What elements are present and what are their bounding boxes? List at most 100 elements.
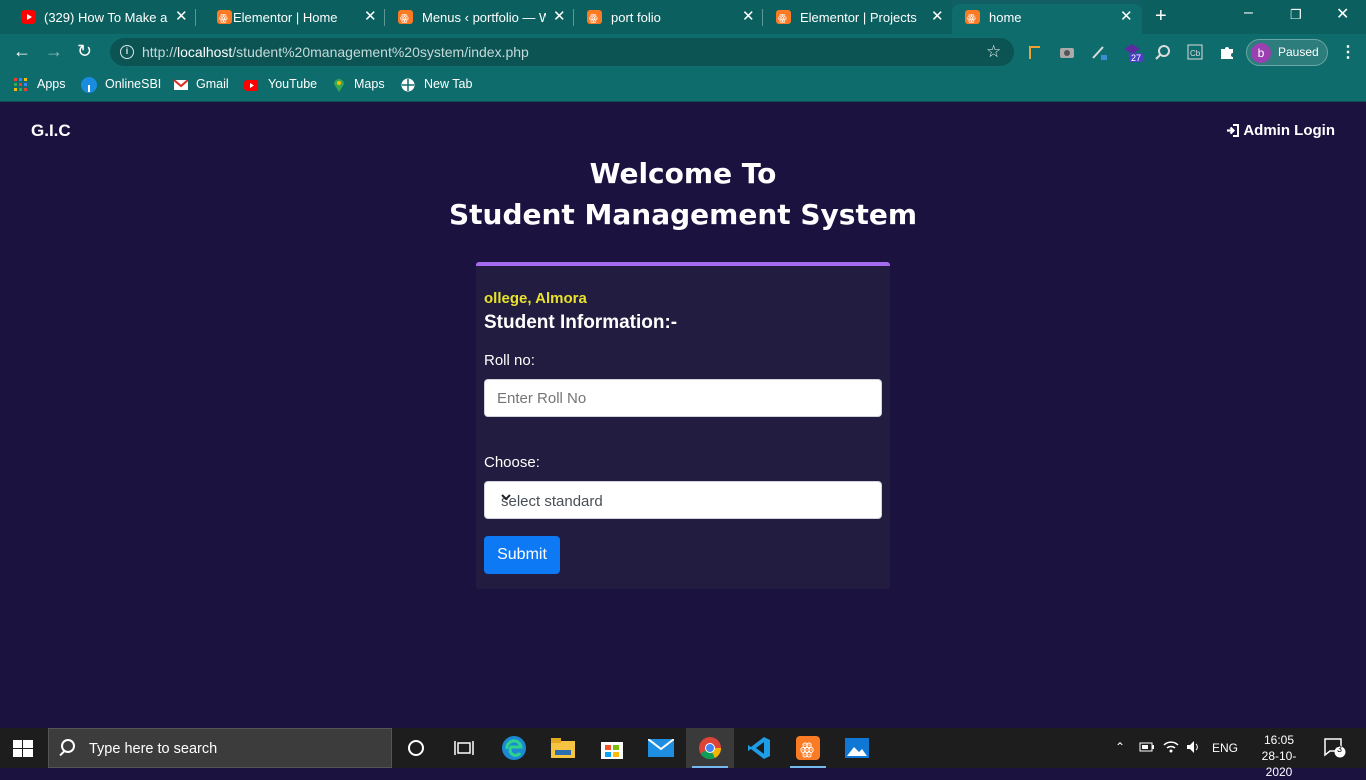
back-icon[interactable]: ← (13, 41, 31, 62)
extension-magnifier-icon[interactable] (1155, 44, 1171, 60)
tab-title: port folio (611, 10, 661, 25)
edge-icon[interactable] (490, 728, 538, 768)
svg-text:ꙮ: ꙮ (589, 13, 598, 24)
store-icon[interactable] (588, 728, 636, 768)
admin-login-label: Admin Login (1243, 122, 1335, 139)
svg-text:27: 27 (1131, 53, 1141, 62)
standard-select[interactable]: select standard (484, 481, 882, 519)
tab-title: home (989, 10, 1022, 25)
wifi-icon[interactable] (1163, 740, 1179, 754)
notifications-icon[interactable]: 3 (1324, 738, 1346, 761)
apps-grid-icon (14, 78, 27, 91)
bookmark-new-tab[interactable]: New Tab (424, 77, 472, 91)
mail-icon[interactable] (637, 728, 685, 768)
vscode-icon[interactable] (735, 728, 783, 768)
welcome-heading: Welcome To (589, 157, 777, 190)
forward-icon[interactable]: → (45, 41, 63, 62)
language-indicator[interactable]: ENG (1212, 741, 1238, 755)
windows-start-icon[interactable] (13, 740, 33, 757)
minimize-icon[interactable]: – (1244, 4, 1253, 22)
xampp-icon: ꙮ (398, 10, 413, 24)
browser-tab[interactable]: ꙮ Elementor | Projects ✕ (763, 0, 952, 34)
search-placeholder: Type here to search (89, 741, 218, 757)
file-explorer-icon[interactable] (539, 728, 587, 768)
xampp-icon[interactable]: ꙮ (784, 728, 832, 768)
roll-number-input[interactable] (484, 379, 882, 417)
camera-icon[interactable] (1059, 44, 1075, 60)
youtube-icon (244, 80, 258, 91)
close-tab-icon[interactable]: ✕ (1120, 7, 1133, 25)
extension-cb-icon[interactable]: Cb (1187, 44, 1203, 60)
chrome-menu-icon[interactable]: ⋮ (1340, 42, 1356, 62)
bookmark-star-icon[interactable]: ☆ (986, 42, 1001, 62)
chevron-down-icon (501, 491, 876, 505)
college-marquee: ollege, Almora (484, 290, 587, 307)
browser-tab-active[interactable]: ꙮ home ✕ (952, 0, 1142, 34)
info-icon[interactable]: i (120, 45, 134, 59)
page-title: Student Management System (448, 198, 918, 231)
section-title: Student Information:- (484, 312, 678, 333)
submit-button[interactable]: Submit (484, 536, 560, 574)
chrome-icon[interactable] (686, 728, 734, 768)
bookmarks-bar: Apps OnlineSBI Gmail YouTube Maps New Ta… (0, 70, 1366, 102)
sbi-icon (81, 77, 97, 93)
bookmark-onlinesbi[interactable]: OnlineSBI (105, 77, 161, 91)
close-tab-icon[interactable]: ✕ (931, 7, 944, 25)
xampp-icon: ꙮ (776, 10, 791, 24)
roll-label: Roll no: (484, 352, 535, 369)
maps-pin-icon (334, 79, 344, 92)
browser-tab[interactable]: ꙮ Menus ‹ portfolio — W ✕ (385, 0, 574, 34)
close-tab-icon[interactable]: ✕ (364, 7, 377, 25)
admin-login-link[interactable]: Admin Login (1226, 122, 1335, 139)
windows-taskbar: Type here to search ꙮ ⌃ ENG 16:05 28-10-… (0, 728, 1366, 779)
profile-button[interactable]: b Paused (1246, 39, 1328, 66)
close-window-icon[interactable]: ✕ (1336, 4, 1349, 24)
clock-date: 28-10-2020 (1261, 749, 1297, 779)
youtube-icon (21, 10, 36, 24)
extension-cap-icon[interactable]: 27 (1123, 42, 1145, 62)
show-hidden-icons[interactable]: ⌃ (1115, 740, 1125, 754)
sign-in-icon (1227, 124, 1240, 137)
choose-label: Choose: (484, 454, 540, 471)
close-tab-icon[interactable]: ✕ (175, 7, 188, 25)
bookmark-maps[interactable]: Maps (354, 77, 385, 91)
svg-text:ꙮ: ꙮ (778, 13, 787, 24)
xampp-icon: ꙮ (965, 10, 980, 24)
pen-tool-icon[interactable] (1091, 44, 1107, 60)
browser-tab[interactable]: (329) How To Make a W ✕ (0, 0, 196, 34)
bookmark-gmail[interactable]: Gmail (196, 77, 229, 91)
taskbar-search[interactable]: Type here to search (48, 728, 392, 768)
svg-text:ꙮ: ꙮ (400, 13, 409, 24)
browser-tab[interactable]: ꙮ Elementor | Home ✕ (196, 0, 385, 34)
url-text[interactable]: http://localhost/student%20management%20… (142, 44, 529, 60)
cortana-icon[interactable] (392, 728, 440, 768)
brand-logo[interactable]: G.I.C (31, 121, 71, 141)
volume-icon[interactable] (1186, 740, 1202, 754)
globe-icon (401, 78, 415, 92)
photos-icon[interactable] (833, 728, 881, 768)
browser-tab[interactable]: ꙮ port folio ✕ (574, 0, 763, 34)
extension-flag-icon[interactable] (1027, 44, 1043, 60)
extensions-puzzle-icon[interactable] (1219, 44, 1235, 60)
notification-count: 3 (1337, 744, 1343, 754)
svg-text:ꙮ: ꙮ (219, 13, 228, 24)
svg-text:Cb: Cb (1190, 49, 1201, 58)
tab-title: Elementor | Home (233, 10, 338, 25)
restore-icon[interactable]: ❐ (1290, 7, 1302, 23)
profile-status: Paused (1278, 45, 1319, 59)
reload-icon[interactable]: ↻ (77, 41, 92, 62)
task-view-icon[interactable] (440, 728, 488, 768)
tab-title: Menus ‹ portfolio — W (422, 10, 546, 25)
close-tab-icon[interactable]: ✕ (553, 7, 566, 25)
bookmark-apps[interactable]: Apps (37, 77, 66, 91)
svg-text:ꙮ: ꙮ (800, 739, 814, 758)
close-tab-icon[interactable]: ✕ (742, 7, 755, 25)
clock[interactable]: 16:05 28-10-2020 (1249, 732, 1309, 780)
battery-icon[interactable] (1139, 741, 1155, 753)
xampp-icon: ꙮ (587, 10, 602, 24)
bookmark-youtube[interactable]: YouTube (268, 77, 317, 91)
new-tab-icon[interactable]: + (1155, 5, 1167, 28)
student-form-card: ollege, Almora Student Information:- Rol… (476, 262, 890, 589)
clock-time: 16:05 (1263, 733, 1295, 747)
browser-tab-strip: (329) How To Make a W ✕ ꙮ Elementor | Ho… (0, 0, 1366, 34)
